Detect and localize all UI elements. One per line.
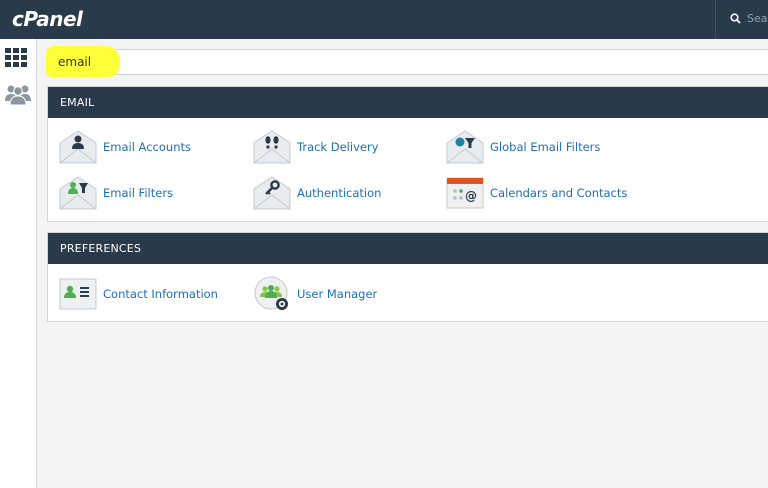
top-divider [715, 0, 716, 39]
top-bar: cPanel Sear [0, 0, 768, 39]
sidebar [0, 39, 37, 488]
item-label: Authentication [297, 186, 382, 200]
user-manager-icon [253, 276, 291, 312]
section-header[interactable]: EMAIL [48, 87, 768, 118]
global-email-filters-icon [446, 129, 484, 165]
grid-icon[interactable] [5, 47, 29, 71]
contact-information-link[interactable]: Contact Information [59, 276, 218, 312]
top-search-placeholder: Sear [747, 12, 768, 25]
search-icon [730, 13, 741, 24]
item-label: Contact Information [103, 287, 218, 301]
user-manager-link[interactable]: User Manager [253, 276, 377, 312]
authentication-icon [253, 175, 291, 211]
item-label: Email Filters [103, 186, 174, 200]
email-filters-link[interactable]: Email Filters [59, 175, 173, 211]
global-email-filters-link[interactable]: Global Email Filters [446, 129, 600, 165]
top-search[interactable]: Sear [730, 12, 768, 25]
item-label: Email Accounts [103, 140, 191, 154]
track-delivery-link[interactable]: Track Delivery [253, 129, 378, 165]
svg-text:@: @ [465, 189, 477, 203]
preferences-section: PREFERENCES Contact Information User Man… [47, 232, 768, 322]
item-label: User Manager [297, 287, 378, 301]
item-label: Calendars and Contacts [490, 186, 628, 200]
calendars-contacts-icon: @ [446, 175, 484, 211]
cpanel-logo[interactable]: cPanel [12, 7, 83, 31]
contact-information-icon [59, 276, 97, 312]
users-icon[interactable] [5, 81, 31, 106]
search-input[interactable] [48, 50, 768, 74]
item-label: Global Email Filters [490, 140, 601, 154]
email-filters-icon [59, 175, 97, 211]
email-accounts-icon [59, 129, 97, 165]
email-section: EMAIL Email Accounts Track Delivery Glob… [47, 86, 768, 222]
authentication-link[interactable]: Authentication [253, 175, 381, 211]
item-label: Track Delivery [297, 140, 379, 154]
search-field [46, 46, 768, 77]
calendars-contacts-link[interactable]: @ Calendars and Contacts [446, 175, 627, 211]
email-accounts-link[interactable]: Email Accounts [59, 129, 191, 165]
track-delivery-icon [253, 129, 291, 165]
section-header[interactable]: PREFERENCES [48, 233, 768, 264]
